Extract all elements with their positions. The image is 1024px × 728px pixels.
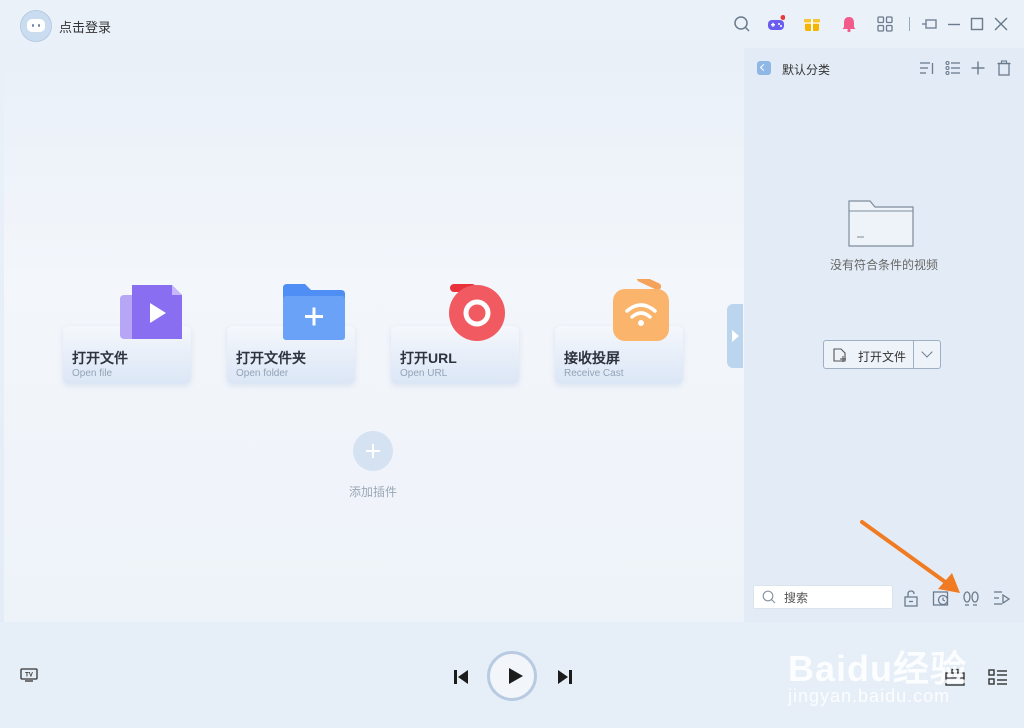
mini-mode-icon[interactable] [921, 15, 939, 33]
card-subtitle: Open URL [400, 368, 448, 379]
login-link[interactable]: 点击登录 [59, 17, 111, 36]
play-order-icon[interactable] [993, 589, 1011, 607]
gift-icon[interactable] [803, 15, 821, 33]
list-view-icon[interactable] [945, 60, 961, 76]
title-bar: 点击登录 [0, 0, 1024, 48]
trash-icon[interactable] [996, 60, 1012, 76]
category-back-icon[interactable] [757, 61, 771, 75]
watermark-site: jingyan.baidu.com [788, 686, 951, 706]
bell-icon[interactable] [840, 15, 858, 33]
previous-icon[interactable] [452, 668, 470, 686]
game-icon[interactable] [767, 15, 785, 33]
add-icon[interactable] [970, 60, 986, 76]
chevron-down-icon[interactable] [921, 346, 933, 358]
card-subtitle: Open file [72, 368, 113, 379]
apps-icon[interactable] [876, 15, 894, 33]
maximize-icon[interactable] [968, 15, 986, 33]
tv-icon[interactable]: TV [20, 668, 38, 682]
url-icon [449, 284, 505, 341]
playlist-icon[interactable] [988, 668, 1008, 686]
game-badge [780, 15, 785, 20]
open-file-button[interactable]: 打开文件 [823, 340, 941, 369]
player-window: 点击登录 打开文件 Open file 打开文件夹 Open folder 打开… [0, 0, 1024, 728]
file-icon [833, 348, 846, 362]
watermark-brand: Baidu经验 [788, 648, 968, 689]
search-icon[interactable] [733, 15, 751, 33]
playlist-toggle-tab[interactable] [727, 304, 743, 368]
card-title: 接收投屏 [564, 350, 620, 366]
card-title: 打开文件 [72, 350, 128, 366]
minimize-icon[interactable] [945, 15, 963, 33]
avatar[interactable] [20, 10, 52, 42]
next-icon[interactable] [556, 668, 574, 686]
open-file-label: 打开文件 [858, 350, 907, 364]
sort-icon[interactable] [919, 60, 935, 76]
search-icon [762, 590, 776, 604]
category-title[interactable]: 默认分类 [782, 61, 830, 78]
card-subtitle: Open folder [236, 368, 289, 379]
card-subtitle: Receive Cast [564, 368, 624, 379]
add-plugin-label: 添加插件 [349, 485, 398, 499]
cast-icon [613, 279, 669, 341]
card-title: 打开文件夹 [236, 350, 306, 366]
video-file-icon [120, 285, 182, 339]
svg-text:TV: TV [25, 673, 33, 679]
titlebar-divider [909, 17, 910, 31]
empty-folder-icon [848, 200, 914, 247]
add-plugin-button[interactable] [353, 431, 393, 471]
annotation-arrow [860, 520, 960, 593]
empty-playlist-text: 没有符合条件的视频 [829, 258, 938, 272]
card-title: 打开URL [400, 350, 457, 366]
play-button[interactable] [487, 651, 537, 701]
folder-add-icon [283, 284, 345, 340]
close-icon[interactable] [992, 15, 1010, 33]
